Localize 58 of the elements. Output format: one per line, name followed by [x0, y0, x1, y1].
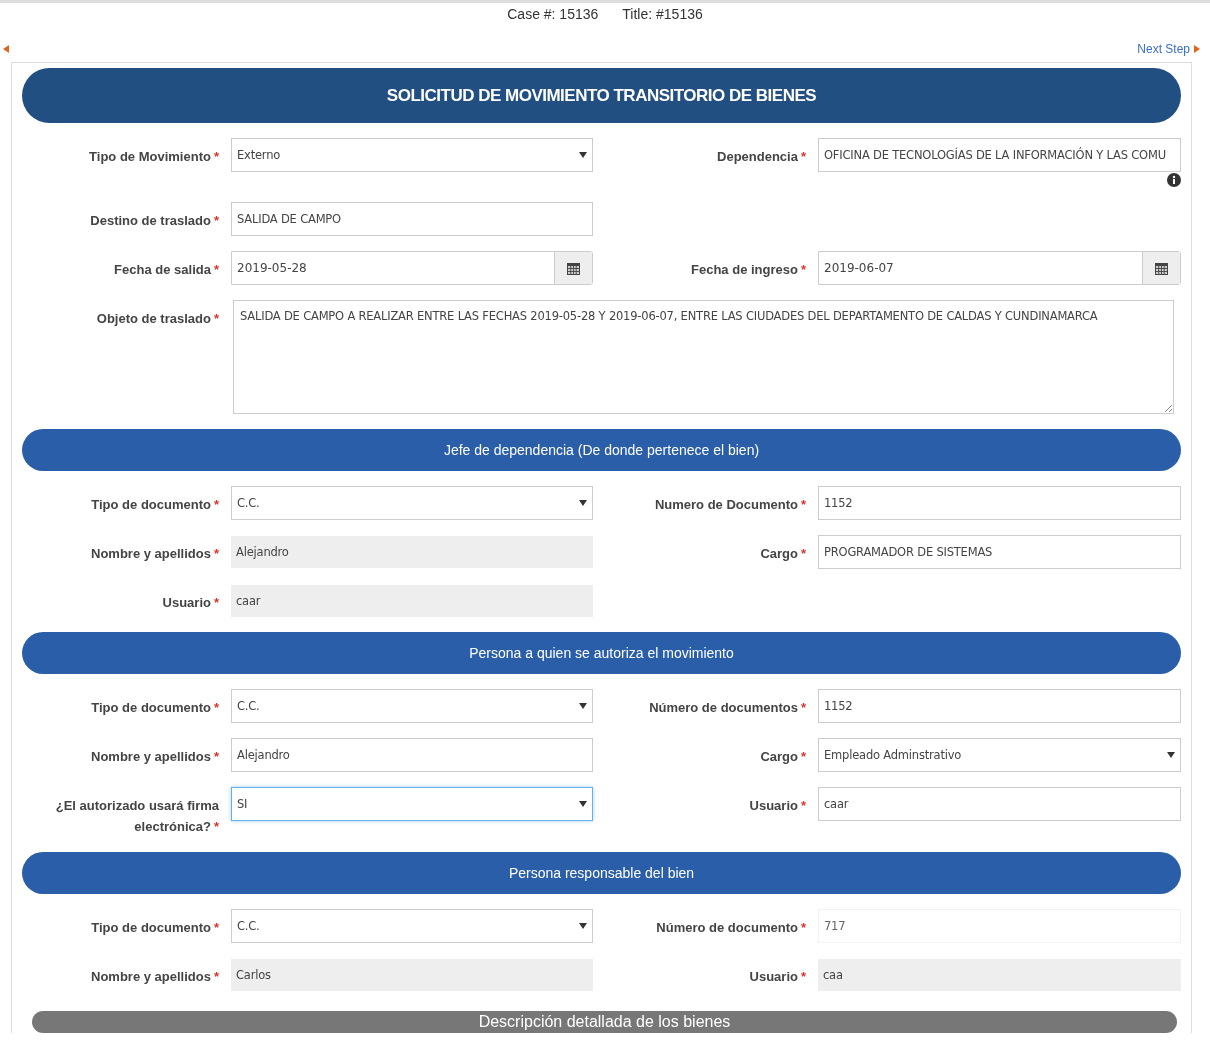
field-label: Número de documento *	[655, 919, 807, 937]
caret-icon	[579, 500, 587, 506]
caret-icon	[579, 152, 587, 158]
select-field[interactable]: SI	[231, 787, 593, 821]
field-label: Objeto de traslado *	[95, 310, 220, 328]
select-field[interactable]: C.C.	[231, 486, 593, 520]
caret-icon	[579, 923, 587, 929]
field-label: Cargo *	[759, 545, 807, 563]
field-label: Fecha de salida *	[113, 261, 220, 279]
section-header: Persona responsable del bien	[22, 852, 1181, 894]
next-step-link[interactable]: Next Step	[1137, 42, 1200, 56]
input-field[interactable]: SALIDA DE CAMPO	[231, 202, 593, 236]
caret-icon	[579, 801, 587, 807]
input-field[interactable]: caa	[818, 959, 1181, 991]
field-label: Usuario *	[748, 968, 807, 986]
field-label: Dependencia *	[716, 148, 807, 166]
input-field[interactable]: caar	[231, 585, 593, 617]
select-field[interactable]: C.C.	[231, 689, 593, 723]
input-field[interactable]: OFICINA DE TECNOLOGÍAS DE LA INFORMACIÓN Y LAS COMU	[818, 138, 1181, 172]
input-field[interactable]: Carlos	[231, 959, 593, 991]
next-step-icon[interactable]	[1194, 45, 1200, 53]
select-field[interactable]: Externo	[231, 138, 593, 172]
info-icon[interactable]	[1167, 173, 1181, 187]
caret-icon	[579, 703, 587, 709]
field-label: Tipo de Movimiento *	[88, 148, 220, 166]
input-field[interactable]: caar	[818, 787, 1181, 821]
field-label: Usuario *	[748, 797, 807, 815]
field-label: Cargo *	[759, 748, 807, 766]
section-header: Jefe de dependencia (De donde pertenece el bien)	[22, 429, 1181, 471]
previous-step-icon[interactable]	[3, 45, 9, 53]
input-field[interactable]: 717	[818, 909, 1181, 943]
resize-handle-icon[interactable]	[1164, 404, 1172, 412]
input-field[interactable]: 1152	[818, 689, 1181, 723]
field-label: Fecha de ingreso *	[690, 261, 807, 279]
field-label: Tipo de documento *	[90, 919, 220, 937]
input-field[interactable]: 1152	[818, 486, 1181, 520]
case-number: Case #: 15136	[507, 6, 599, 24]
field-label: Nombre y apellidos *	[90, 545, 220, 563]
textarea-field[interactable]: SALIDA DE CAMPO A REALIZAR ENTRE LAS FECHAS 2019-05-28 Y 2019-06-07, ENTRE LAS CIUDADES DEL DEPARTAMENTO DE CALDAS Y CUNDINAMARCA	[233, 300, 1174, 414]
case-title: Title: #15136	[622, 6, 703, 24]
input-field[interactable]: Alejandro	[231, 738, 593, 772]
field-label: ¿El autorizado usará firma electrónica? *	[54, 797, 220, 836]
select-field[interactable]: Empleado Adminstrativo	[818, 738, 1181, 772]
input-field[interactable]: PROGRAMADOR DE SISTEMAS	[818, 535, 1181, 569]
input-field[interactable]: Alejandro	[231, 536, 593, 568]
field-label: Tipo de documento *	[90, 699, 220, 717]
section-header: Descripción detallada de los bienes	[32, 1011, 1177, 1033]
select-field[interactable]: C.C.	[231, 909, 593, 943]
section-header: Persona a quien se autoriza el movimiento	[22, 632, 1181, 674]
section-header: SOLICITUD DE MOVIMIENTO TRANSITORIO DE BIENES	[22, 68, 1181, 123]
field-label: Destino de traslado *	[89, 212, 220, 230]
field-label: Numero de Documento *	[653, 496, 807, 514]
field-label: Número de documentos *	[648, 699, 807, 717]
caret-icon	[1167, 752, 1175, 758]
field-label: Usuario *	[161, 594, 220, 612]
field-label: Tipo de documento *	[90, 496, 220, 514]
field-label: Nombre y apellidos *	[90, 748, 220, 766]
field-label: Nombre y apellidos *	[90, 968, 220, 986]
